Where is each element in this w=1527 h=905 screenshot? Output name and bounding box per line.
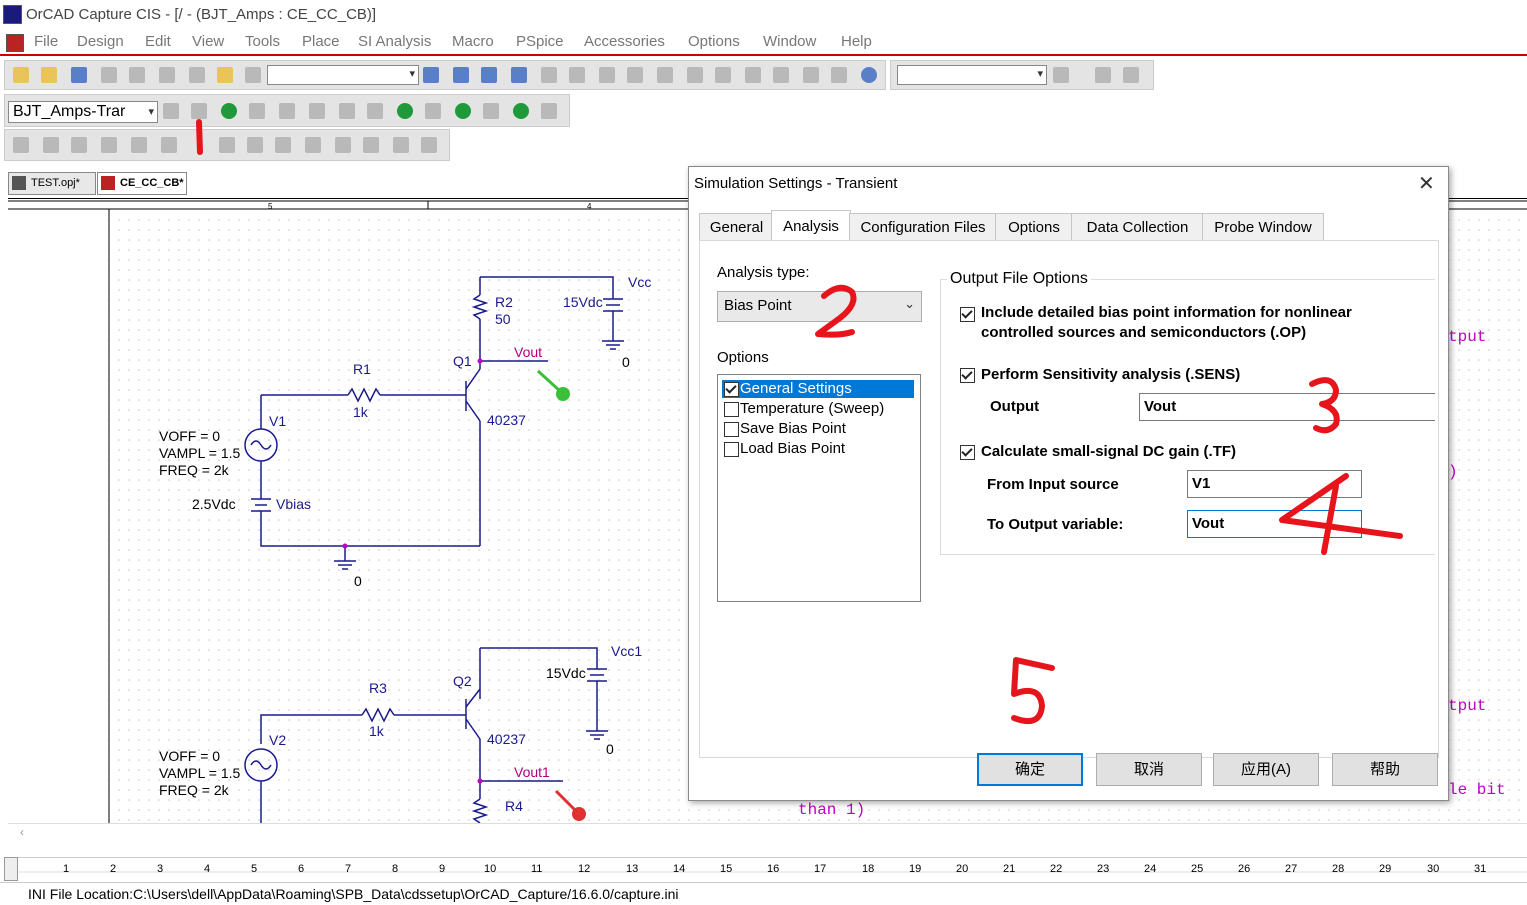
annotation-layer [196, 119, 1403, 724]
ruler-label: 4 [204, 863, 211, 875]
ruler-label: 2 [110, 863, 117, 875]
ruler-label: 10 [484, 863, 497, 875]
ruler-label: 8 [392, 863, 399, 875]
ruler-label: 17 [814, 863, 827, 875]
scroll-left-icon[interactable]: ‹ [20, 825, 24, 839]
ruler-label: 1 [63, 863, 70, 875]
annotation-4 [1279, 473, 1403, 555]
ruler-label: 14 [673, 863, 686, 875]
ruler-label: 20 [956, 863, 969, 875]
ruler-label: 19 [909, 863, 922, 875]
ruler-label: 5 [251, 863, 258, 875]
ruler-label: 27 [1285, 863, 1298, 875]
ruler-label: 15 [720, 863, 733, 875]
ruler-label: 6 [298, 863, 305, 875]
ruler-label: 21 [1003, 863, 1016, 875]
ruler-label: 9 [439, 863, 446, 875]
ruler-label: 24 [1144, 863, 1157, 875]
ruler: 1 2 3 4 5 6 7 8 9 10 11 12 13 14 15 16 1… [18, 857, 1527, 880]
ruler-label: 31 [1474, 863, 1487, 875]
annotation-5 [1011, 657, 1055, 724]
ruler-label: 16 [767, 863, 780, 875]
ruler-label: 29 [1379, 863, 1392, 875]
ruler-label: 18 [862, 863, 875, 875]
ruler-label: 30 [1427, 863, 1440, 875]
ruler-label: 12 [578, 863, 591, 875]
ruler-label: 13 [626, 863, 639, 875]
annotation-2 [815, 284, 857, 338]
ruler-label: 28 [1332, 863, 1345, 875]
ruler-label: 11 [531, 863, 543, 875]
ruler-label: 7 [345, 863, 352, 875]
ruler-label: 23 [1097, 863, 1110, 875]
ruler-label: 22 [1050, 863, 1063, 875]
ruler-label: 3 [157, 863, 164, 875]
horizontal-scrollbar[interactable]: ‹ [8, 823, 1527, 842]
ruler-corner [4, 857, 18, 881]
ini-file-location: INI File Location:C:\Users\dell\AppData\… [28, 886, 679, 902]
annotation-1 [196, 119, 203, 155]
annotation-3 [1309, 377, 1340, 434]
ruler-label: 25 [1191, 863, 1204, 875]
ruler-label: 26 [1238, 863, 1251, 875]
status-bar: INI File Location:C:\Users\dell\AppData\… [0, 882, 1527, 905]
